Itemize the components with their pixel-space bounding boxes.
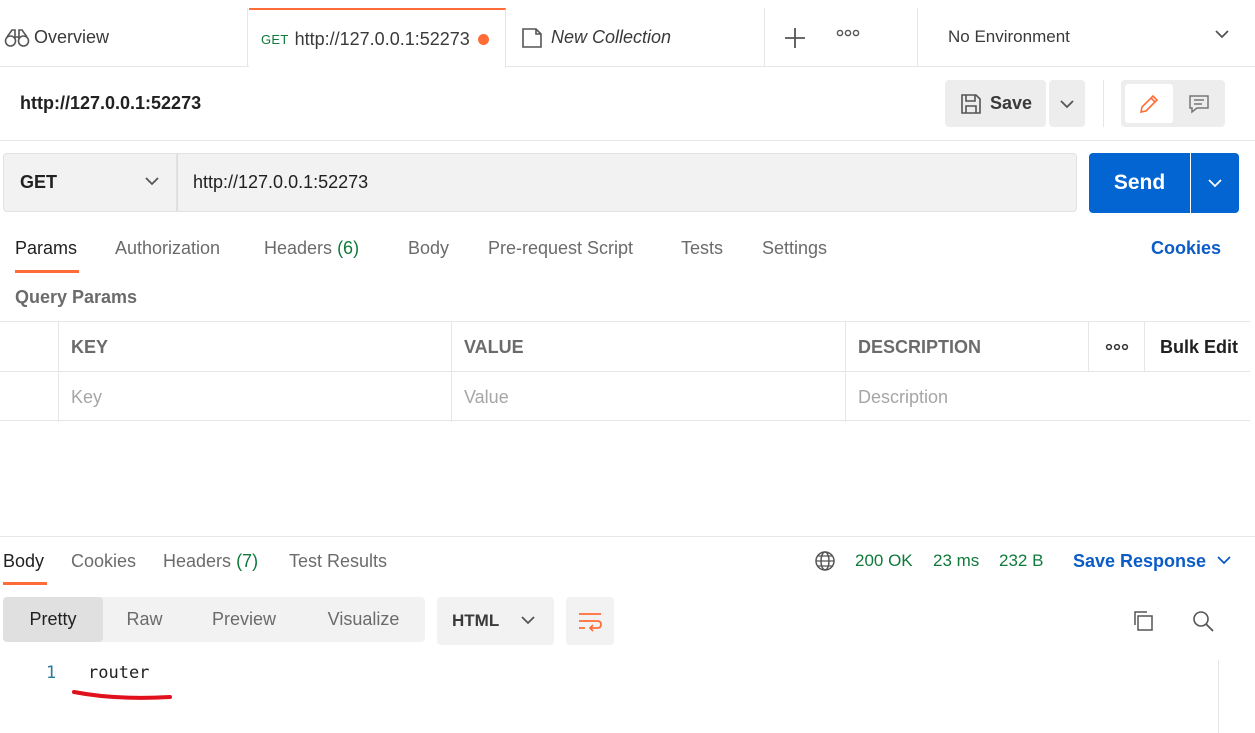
binoculars-icon — [4, 28, 30, 47]
column-key: KEY — [58, 322, 452, 372]
comments-button[interactable] — [1177, 84, 1221, 123]
tab-headers-label: Headers — [264, 238, 333, 258]
wrap-lines-icon — [579, 613, 602, 632]
more-horizontal-icon[interactable] — [836, 28, 860, 38]
format-label: HTML — [452, 611, 500, 630]
response-headers-label: Headers — [163, 551, 232, 571]
params-table: KEY VALUE DESCRIPTION Bulk Edit Key Valu… — [0, 321, 1250, 422]
more-horizontal-icon — [1105, 343, 1129, 351]
line-number: 1 — [46, 663, 57, 683]
column-description: DESCRIPTION — [845, 322, 1089, 372]
mode-toggle — [1121, 80, 1225, 127]
request-name[interactable]: http://127.0.0.1:52273 — [20, 93, 201, 114]
chevron-down-icon — [1060, 99, 1074, 108]
response-headers-count: (7) — [236, 551, 259, 571]
tab-tests[interactable]: Tests — [681, 238, 723, 259]
edit-mode-button[interactable] — [1125, 84, 1173, 123]
method-select[interactable]: GET — [3, 153, 177, 212]
send-options-button[interactable] — [1191, 153, 1239, 213]
table-header-row: KEY VALUE DESCRIPTION Bulk Edit — [0, 322, 1250, 372]
tab-params[interactable]: Params — [15, 238, 77, 259]
column-value: VALUE — [451, 322, 846, 372]
divider — [917, 8, 918, 67]
tab-authorization[interactable]: Authorization — [115, 238, 220, 259]
chevron-down-icon[interactable] — [1214, 28, 1230, 40]
description-input[interactable]: Description — [845, 372, 1250, 422]
value-input[interactable]: Value — [451, 372, 846, 422]
tab-request-method: GET — [261, 31, 289, 47]
chevron-down-icon — [1208, 179, 1222, 188]
scrollbar[interactable] — [1218, 660, 1240, 733]
save-label: Save — [990, 93, 1033, 113]
active-tab-indicator — [3, 582, 47, 585]
response-time[interactable]: 23 ms — [933, 551, 979, 571]
table-options-button[interactable] — [1088, 322, 1145, 372]
response-size[interactable]: 232 B — [999, 551, 1043, 571]
tab-new-collection[interactable]: New Collection — [507, 8, 765, 67]
tab-body[interactable]: Body — [408, 238, 449, 259]
pencil-icon — [1139, 94, 1159, 113]
collection-icon — [522, 27, 542, 48]
tab-request[interactable]: GET http://127.0.0.1:52273 — [249, 8, 506, 68]
status-code[interactable]: 200 OK — [855, 551, 913, 571]
copy-icon[interactable] — [1131, 609, 1155, 633]
response-tab-cookies[interactable]: Cookies — [71, 551, 136, 572]
response-body-line: router — [88, 663, 150, 683]
chevron-down-icon — [521, 616, 535, 625]
response-tab-headers[interactable]: Headers (7) — [163, 551, 258, 572]
bulk-edit-button[interactable]: Bulk Edit — [1144, 322, 1250, 372]
save-options-button[interactable] — [1049, 80, 1085, 127]
view-visualize[interactable]: Visualize — [302, 597, 425, 642]
request-header: http://127.0.0.1:52273 Save — [0, 67, 1255, 141]
tab-headers[interactable]: Headers (6) — [264, 238, 359, 259]
divider — [1103, 80, 1104, 127]
chevron-down-icon[interactable] — [1216, 554, 1232, 566]
response-tab-body[interactable]: Body — [3, 551, 44, 572]
query-params-title: Query Params — [15, 287, 138, 307]
view-raw[interactable]: Raw — [103, 597, 186, 642]
tab-bar: Overview GET http://127.0.0.1:52273 New … — [0, 0, 1255, 68]
headers-count: (6) — [337, 238, 360, 258]
environment-select[interactable]: No Environment — [948, 27, 1070, 47]
save-response-button[interactable]: Save Response — [1073, 551, 1206, 572]
save-button[interactable]: Save — [945, 80, 1046, 127]
divider — [0, 536, 1255, 537]
view-pretty[interactable]: Pretty — [3, 597, 103, 642]
response-view-selector: Pretty Raw Preview Visualize — [3, 597, 425, 642]
tab-overview-label: Overview — [34, 27, 110, 47]
cookies-link[interactable]: Cookies — [1151, 238, 1221, 259]
save-icon — [961, 93, 981, 114]
red-underline-annotation — [72, 690, 172, 700]
format-select[interactable]: HTML — [437, 597, 554, 645]
tab-settings[interactable]: Settings — [762, 238, 827, 259]
plus-icon[interactable] — [781, 24, 809, 52]
method-label: GET — [20, 172, 58, 192]
tab-request-label: http://127.0.0.1:52273 — [294, 28, 470, 49]
request-tabs: Params Authorization Headers (6) Body Pr… — [0, 228, 1255, 274]
tab-collection-label: New Collection — [551, 27, 672, 47]
globe-icon[interactable] — [814, 550, 836, 572]
active-tab-indicator — [15, 270, 79, 273]
comment-icon — [1189, 94, 1209, 114]
tab-prerequest-script[interactable]: Pre-request Script — [488, 238, 633, 259]
key-input[interactable]: Key — [58, 372, 452, 422]
send-button[interactable]: Send — [1089, 153, 1190, 213]
tab-overview[interactable]: Overview — [0, 8, 248, 67]
unsaved-dot-icon — [478, 34, 489, 45]
url-input[interactable]: http://127.0.0.1:52273 — [177, 153, 1077, 212]
response-tab-test-results[interactable]: Test Results — [289, 551, 387, 572]
chevron-down-icon — [145, 177, 159, 186]
search-icon[interactable] — [1191, 609, 1215, 633]
view-preview[interactable]: Preview — [186, 597, 302, 642]
wrap-lines-button[interactable] — [566, 597, 614, 645]
table-row: Key Value Description — [0, 372, 1250, 422]
